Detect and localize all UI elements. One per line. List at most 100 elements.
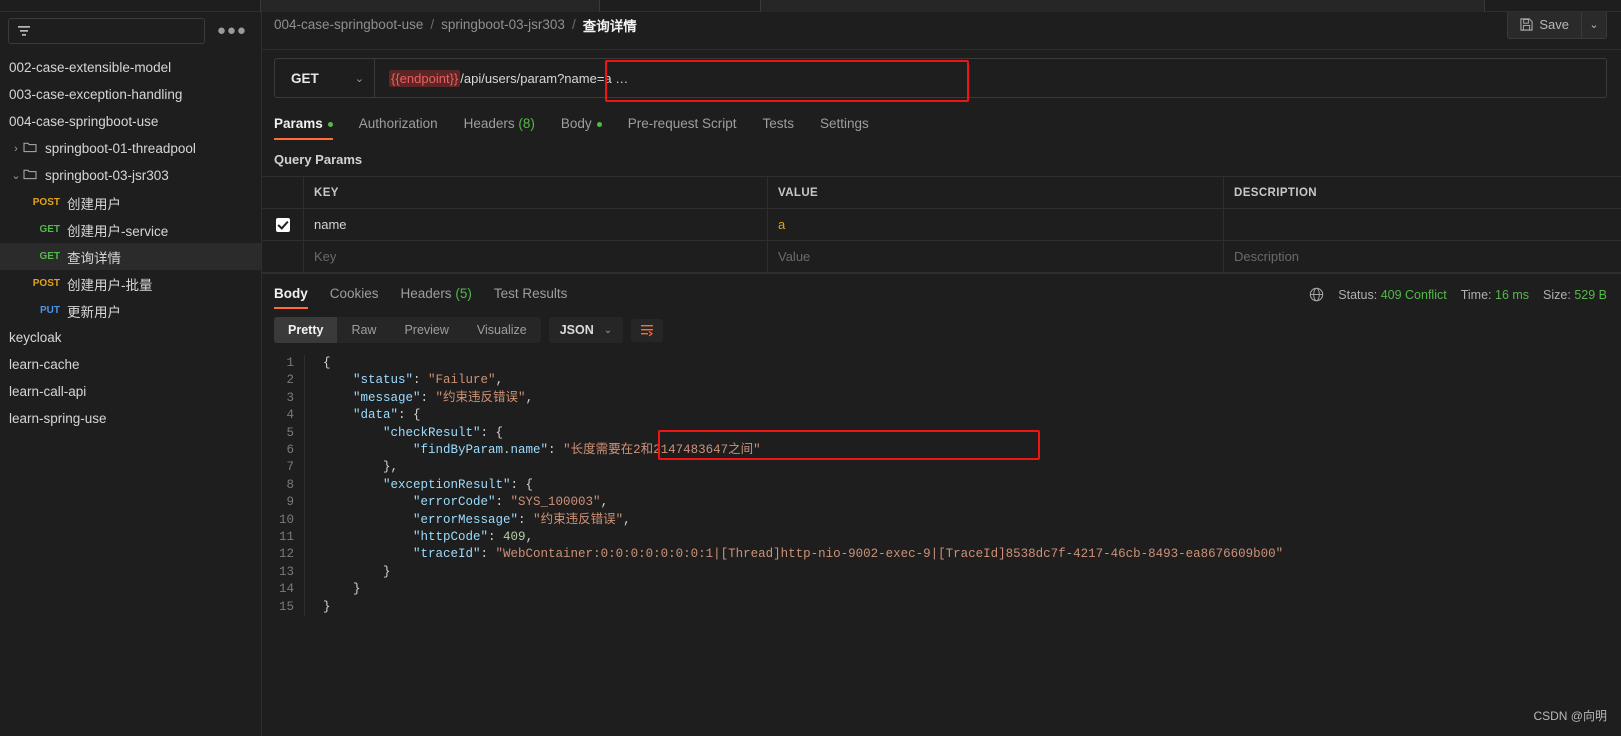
response-body-lines: { "status": "Failure", "message": "约束违反错… xyxy=(304,355,1621,617)
view-mode-raw[interactable]: Raw xyxy=(337,317,390,343)
code-token: "findByParam.name" xyxy=(413,443,549,458)
response-tab-label: Cookies xyxy=(329,286,379,301)
tab-headers[interactable]: Headers (8) xyxy=(464,116,535,140)
sidebar-item-3[interactable]: › springboot-01-threadpool xyxy=(0,135,261,162)
tab-params[interactable]: Params xyxy=(274,116,333,140)
url-variable-token: {{endpoint}} xyxy=(389,69,461,87)
param-description-input[interactable] xyxy=(1224,209,1621,240)
sidebar-item-7[interactable]: GET 查询详情 xyxy=(0,243,261,270)
view-mode-visualize[interactable]: Visualize xyxy=(463,317,541,343)
code-token: { xyxy=(323,356,331,370)
request-method-badge: PUT xyxy=(40,305,60,316)
tab-body[interactable]: Body xyxy=(561,116,602,140)
request-method-badge: GET xyxy=(39,224,60,235)
row-checkbox-cell xyxy=(262,209,304,240)
code-token: } xyxy=(323,564,391,579)
sidebar-item-9[interactable]: PUT 更新用户 xyxy=(0,297,261,324)
save-button[interactable]: Save xyxy=(1507,10,1581,39)
time-value: 16 ms xyxy=(1495,287,1530,302)
line-number: 7 xyxy=(286,460,294,475)
response-format-select[interactable]: JSON ⌄ xyxy=(548,317,624,343)
time-label: Time: 16 ms xyxy=(1460,287,1530,302)
new-param-key-input[interactable]: Key xyxy=(304,241,768,272)
param-value-input[interactable]: a xyxy=(768,209,1224,240)
tab-pre-request-script[interactable]: Pre-request Script xyxy=(628,116,737,140)
table-header-row: KEY VALUE DESCRIPTION xyxy=(262,177,1621,209)
response-status-line: Status: 409 Conflict Time: 16 ms Size: 5… xyxy=(1309,287,1607,309)
line-number: 5 xyxy=(286,425,294,440)
tab-segment-2[interactable] xyxy=(760,0,1485,12)
wrap-lines-button[interactable] xyxy=(631,318,664,342)
sidebar-item-13[interactable]: learn-spring-use xyxy=(0,405,261,432)
sidebar-item-2[interactable]: 004-case-springboot-use xyxy=(0,108,261,135)
code-line-14: } xyxy=(323,581,1621,598)
sidebar-item-label: 004-case-springboot-use xyxy=(9,114,159,129)
tab-settings[interactable]: Settings xyxy=(820,116,869,140)
collection-tree: 002-case-extensible-model 003-case-except… xyxy=(0,54,261,432)
code-token: "Failure" xyxy=(428,373,496,388)
http-method-select[interactable]: GET ⌄ xyxy=(275,59,375,97)
size-label: Size: 529 B xyxy=(1543,287,1607,302)
save-icon xyxy=(1520,18,1533,31)
sidebar-item-label: springboot-01-threadpool xyxy=(45,141,196,156)
url-input[interactable]: {{endpoint}}/api/users/param?name=a … xyxy=(375,59,1606,97)
code-token: , xyxy=(525,390,534,405)
save-options-button[interactable]: ⌄ xyxy=(1581,10,1607,39)
url-bar: GET ⌄ {{endpoint}}/api/users/param?name=… xyxy=(274,58,1607,98)
code-token: : xyxy=(480,547,496,562)
param-enabled-checkbox[interactable] xyxy=(275,217,290,232)
sidebar-item-1[interactable]: 003-case-exception-handling xyxy=(0,81,261,108)
filter-icon xyxy=(18,26,30,36)
sidebar-item-0[interactable]: 002-case-extensible-model xyxy=(0,54,261,81)
response-tab-headers[interactable]: Headers (5) xyxy=(401,286,472,309)
view-mode-pretty[interactable]: Pretty xyxy=(274,317,338,343)
sidebar-item-12[interactable]: learn-call-api xyxy=(0,378,261,405)
query-params-table: KEY VALUE DESCRIPTION name a Key Value D… xyxy=(262,176,1621,273)
view-mode-preview[interactable]: Preview xyxy=(390,317,462,343)
tab-authorization[interactable]: Authorization xyxy=(359,116,438,140)
sidebar-item-6[interactable]: GET 创建用户-service xyxy=(0,216,261,243)
sidebar-item-label: springboot-03-jsr303 xyxy=(45,168,169,183)
sidebar-item-label: 003-case-exception-handling xyxy=(9,87,183,102)
code-token: "长度需要在2和2147483647之间" xyxy=(563,443,761,458)
table-row: name a xyxy=(262,209,1621,241)
sidebar-item-11[interactable]: learn-cache xyxy=(0,351,261,378)
response-tab-test-results[interactable]: Test Results xyxy=(494,286,568,309)
tab-segment-1[interactable] xyxy=(260,0,600,12)
new-param-value-input[interactable]: Value xyxy=(768,241,1224,272)
response-bar: Body Cookies Headers (5) Test Results Statu… xyxy=(262,273,1621,309)
code-line-11: "httpCode": 409, xyxy=(323,529,1621,546)
param-key-input[interactable]: name xyxy=(304,209,768,240)
chevron-down-icon[interactable]: ⌄ xyxy=(9,169,23,182)
response-tab-cookies[interactable]: Cookies xyxy=(330,286,379,309)
code-line-4: "data": { xyxy=(323,407,1621,424)
line-number: 14 xyxy=(278,582,294,597)
response-body-viewer[interactable]: 1 2 3 4 5 6 7 8 9 10 11 12 13 14 15 { "status": "Failu… xyxy=(262,349,1621,736)
code-token: "SYS_100003" xyxy=(510,495,601,510)
sidebar-item-label: learn-call-api xyxy=(9,384,87,399)
code-token: : xyxy=(495,495,511,510)
tab-label: Body xyxy=(560,116,592,131)
breadcrumb-item-collection[interactable]: 004-case-springboot-use xyxy=(274,17,423,32)
response-tab-body[interactable]: Body xyxy=(274,286,308,309)
new-param-description-input[interactable]: Description xyxy=(1224,241,1621,272)
sidebar-more-button[interactable]: ●●● xyxy=(211,23,253,38)
code-token: : xyxy=(413,373,429,388)
code-token: "errorMessage" xyxy=(413,512,519,527)
response-tab-label: Headers xyxy=(400,286,452,301)
sidebar-item-4[interactable]: ⌄ springboot-03-jsr303 xyxy=(0,162,261,189)
request-tabs: Params Authorization Headers (8) Body Pre-re… xyxy=(262,106,1621,140)
chevron-right-icon[interactable]: › xyxy=(9,143,23,155)
sidebar-item-10[interactable]: keycloak xyxy=(0,324,261,351)
main-panel: 004-case-springboot-use / springboot-03-… xyxy=(262,0,1621,736)
sidebar-item-label: 创建用户 xyxy=(67,196,121,212)
watermark: CSDN @向明 xyxy=(1533,709,1607,723)
tab-tests[interactable]: Tests xyxy=(762,116,794,140)
sidebar-item-5[interactable]: POST 创建用户 xyxy=(0,189,261,216)
breadcrumb-item-folder[interactable]: springboot-03-jsr303 xyxy=(441,17,565,32)
sidebar-item-8[interactable]: POST 创建用户-批量 xyxy=(0,270,261,297)
search-input[interactable] xyxy=(8,18,205,44)
